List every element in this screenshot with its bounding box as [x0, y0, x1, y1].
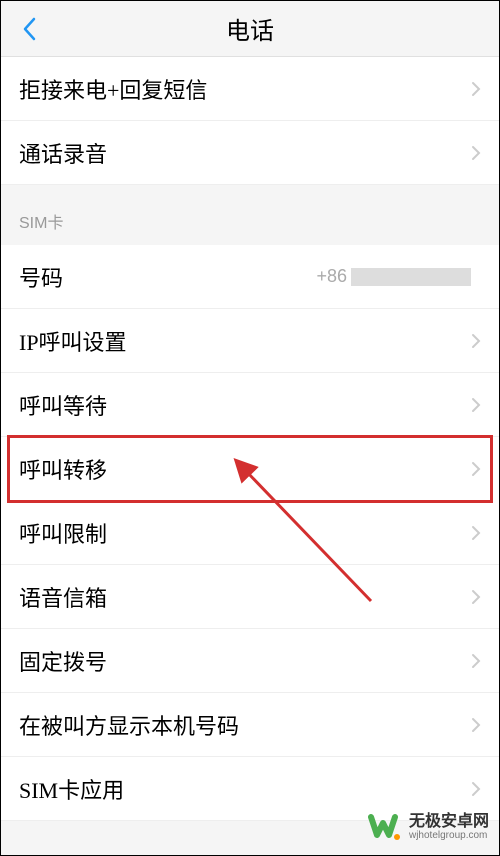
- row-ip-call[interactable]: IP呼叫设置: [1, 309, 499, 373]
- chevron-right-icon: [471, 781, 481, 797]
- chevron-left-icon: [22, 17, 36, 41]
- row-reject-sms[interactable]: 拒接来电+回复短信: [1, 57, 499, 121]
- row-label: 号码: [19, 261, 316, 293]
- row-label: 呼叫限制: [19, 517, 471, 549]
- row-label: SIM卡应用: [19, 773, 471, 805]
- row-label: IP呼叫设置: [19, 325, 471, 357]
- redacted-number: [351, 268, 471, 286]
- row-call-barring[interactable]: 呼叫限制: [1, 501, 499, 565]
- row-caller-id[interactable]: 在被叫方显示本机号码: [1, 693, 499, 757]
- row-call-forwarding[interactable]: 呼叫转移: [1, 437, 499, 501]
- row-value: +86: [316, 266, 471, 287]
- chevron-right-icon: [471, 145, 481, 161]
- row-fixed-dialing[interactable]: 固定拨号: [1, 629, 499, 693]
- row-call-recording[interactable]: 通话录音: [1, 121, 499, 185]
- row-label: 通话录音: [19, 137, 471, 169]
- row-voicemail[interactable]: 语音信箱: [1, 565, 499, 629]
- back-button[interactable]: [17, 17, 41, 41]
- chevron-right-icon: [471, 397, 481, 413]
- chevron-right-icon: [471, 717, 481, 733]
- row-label: 固定拨号: [19, 645, 471, 677]
- row-label: 呼叫等待: [19, 389, 471, 421]
- chevron-right-icon: [471, 333, 481, 349]
- chevron-right-icon: [471, 525, 481, 541]
- watermark-logo-icon: [367, 809, 403, 845]
- watermark: 无极安卓网 wjhotelgroup.com: [367, 809, 489, 845]
- chevron-right-icon: [471, 461, 481, 477]
- watermark-title: 无极安卓网: [409, 813, 489, 831]
- section-header-sim: SIM卡: [1, 185, 499, 245]
- chevron-right-icon: [471, 653, 481, 669]
- watermark-text: 无极安卓网 wjhotelgroup.com: [409, 813, 489, 842]
- row-number[interactable]: 号码 +86: [1, 245, 499, 309]
- row-label: 拒接来电+回复短信: [19, 73, 471, 105]
- sim-section: 号码 +86 IP呼叫设置 呼叫等待 呼叫转移 呼叫限制 语音信箱: [1, 245, 499, 821]
- header-bar: 电话: [1, 1, 499, 57]
- row-call-waiting[interactable]: 呼叫等待: [1, 373, 499, 437]
- watermark-url: wjhotelgroup.com: [409, 830, 489, 841]
- chevron-right-icon: [471, 81, 481, 97]
- row-label: 呼叫转移: [19, 453, 471, 485]
- row-label: 语音信箱: [19, 581, 471, 613]
- page-title: 电话: [1, 11, 499, 46]
- chevron-right-icon: [471, 589, 481, 605]
- row-label: 在被叫方显示本机号码: [19, 709, 471, 741]
- top-section: 拒接来电+回复短信 通话录音: [1, 57, 499, 185]
